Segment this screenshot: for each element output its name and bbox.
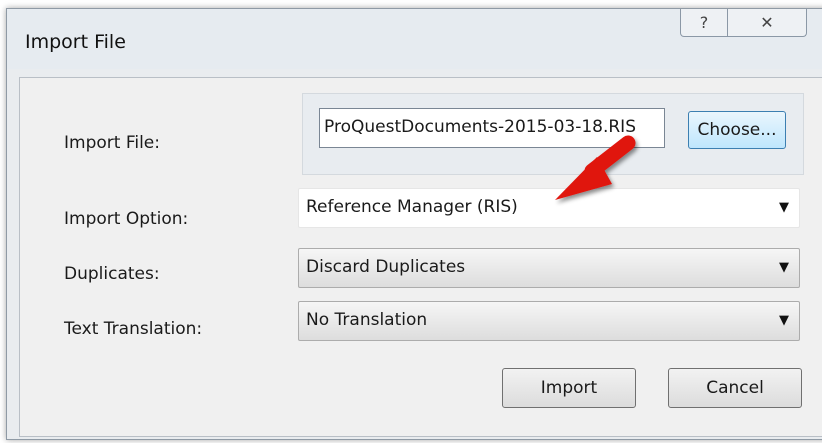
title-bar: Import File ? ✕ <box>7 9 822 69</box>
close-icon: ✕ <box>760 13 774 32</box>
cancel-button[interactable]: Cancel <box>668 368 802 408</box>
text-translation-select[interactable]: No Translation ▼ <box>298 301 800 341</box>
import-file-label: Import File: <box>64 133 160 153</box>
duplicates-select[interactable]: Discard Duplicates ▼ <box>298 248 800 288</box>
close-button[interactable]: ✕ <box>727 9 807 37</box>
choose-button[interactable]: Choose... <box>688 111 786 149</box>
duplicates-value: Discard Duplicates <box>306 257 466 277</box>
dialog-body: Import File: ProQuestDocuments-2015-03-1… <box>19 77 822 437</box>
help-button[interactable]: ? <box>680 9 728 37</box>
text-translation-label: Text Translation: <box>64 319 203 339</box>
chevron-down-icon: ▼ <box>779 200 789 215</box>
text-translation-value: No Translation <box>306 310 428 330</box>
import-file-group: ProQuestDocuments-2015-03-18.RIS Choose.… <box>302 93 804 175</box>
import-option-label: Import Option: <box>64 209 189 229</box>
import-button[interactable]: Import <box>502 368 636 408</box>
import-file-field[interactable]: ProQuestDocuments-2015-03-18.RIS <box>319 108 665 148</box>
help-icon: ? <box>699 13 709 32</box>
chevron-down-icon: ▼ <box>779 260 789 275</box>
duplicates-label: Duplicates: <box>64 264 160 284</box>
dialog-title: Import File <box>25 31 126 53</box>
import-option-select[interactable]: Reference Manager (RIS) ▼ <box>298 188 800 228</box>
chevron-down-icon: ▼ <box>779 313 789 328</box>
import-file-dialog: Import File ? ✕ Import File: ProQuestDoc… <box>6 8 822 440</box>
import-option-value: Reference Manager (RIS) <box>306 197 518 217</box>
